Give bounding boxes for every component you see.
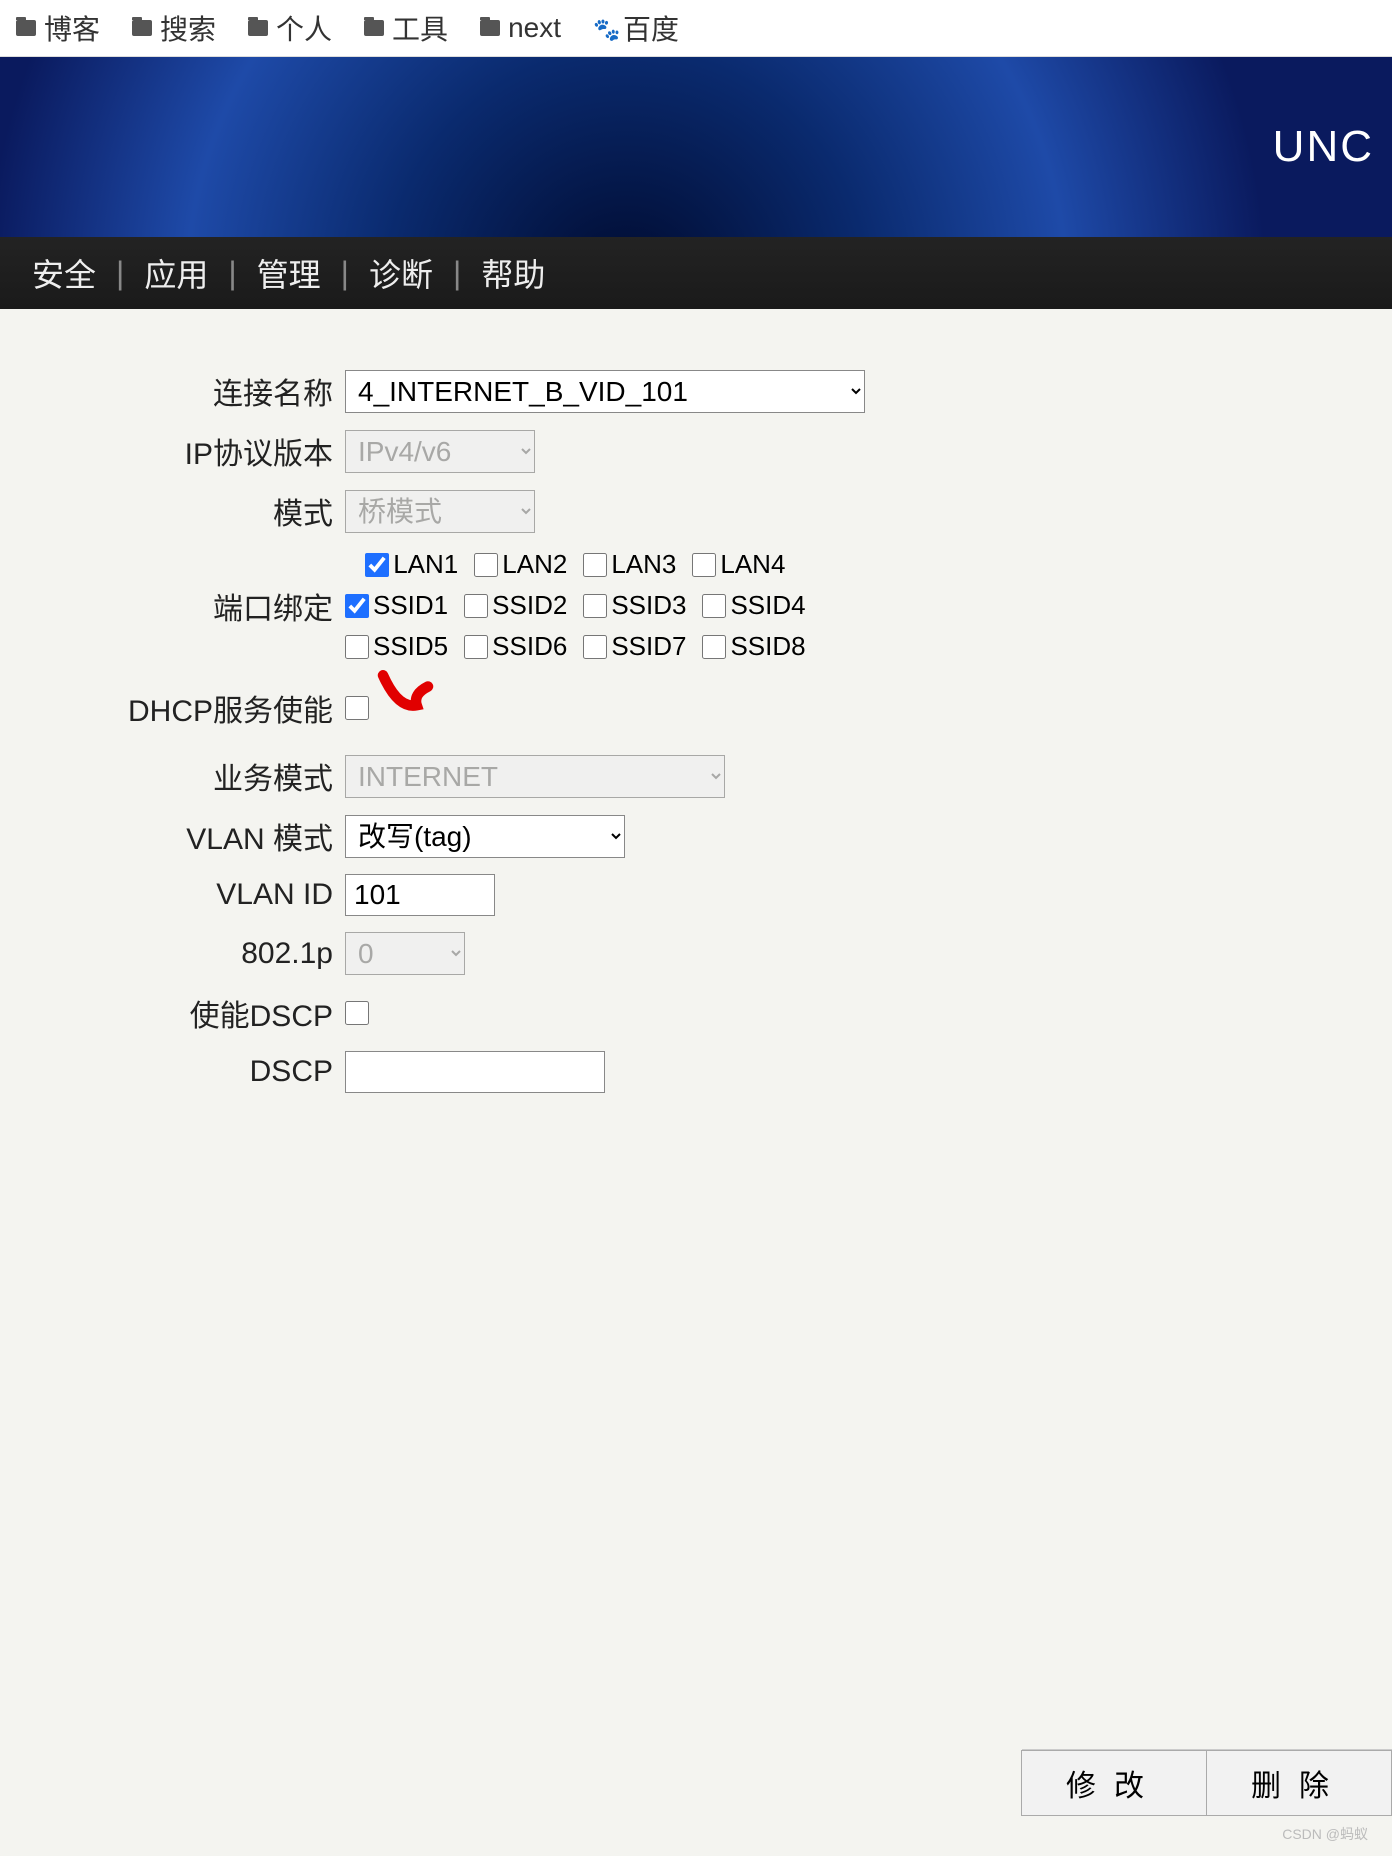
watermark: CSDN @蚂蚁 — [1282, 1824, 1368, 1844]
label-8021p: 802.1p — [0, 937, 345, 971]
checkbox-ssid2[interactable] — [464, 594, 488, 618]
baidu-paw-icon: 🐾 — [593, 17, 615, 39]
label-service-mode: 业务模式 — [0, 754, 345, 798]
nav-management[interactable]: 管理 — [245, 238, 333, 308]
port-ssid7[interactable]: SSID7 — [583, 631, 686, 662]
checkbox-ssid8[interactable] — [702, 635, 726, 659]
bookmark-next[interactable]: next — [480, 12, 561, 44]
main-nav: 安全 | 应用 | 管理 | 诊断 | 帮助 — [0, 237, 1392, 309]
modify-button[interactable]: 修改 — [1021, 1750, 1207, 1816]
enable-dscp-checkbox[interactable] — [345, 1001, 369, 1025]
vlan-id-input[interactable] — [345, 874, 495, 916]
checkbox-lan4[interactable] — [692, 553, 716, 577]
port-ssid4[interactable]: SSID4 — [702, 590, 805, 621]
vlan-mode-select[interactable]: 改写(tag) — [345, 815, 625, 858]
folder-icon — [364, 20, 384, 36]
port-ssid5[interactable]: SSID5 — [345, 631, 448, 662]
checkbox-ssid4[interactable] — [702, 594, 726, 618]
port-lan4[interactable]: LAN4 — [692, 549, 785, 580]
connection-name-select[interactable]: 4_INTERNET_B_VID_101 — [345, 370, 865, 413]
port-ssid6[interactable]: SSID6 — [464, 631, 567, 662]
checkbox-lan2[interactable] — [474, 553, 498, 577]
bookmark-blog[interactable]: 博客 — [16, 8, 100, 48]
port-ssid1[interactable]: SSID1 — [345, 590, 448, 621]
bookmark-label: 博客 — [44, 8, 100, 48]
checkbox-ssid1[interactable] — [345, 594, 369, 618]
bookmarks-bar: 博客 搜索 个人 工具 next 🐾 百度 — [0, 0, 1392, 57]
label-ip-protocol: IP协议版本 — [0, 429, 345, 473]
bookmark-label: 个人 — [276, 8, 332, 48]
8021p-select[interactable]: 0 — [345, 932, 465, 975]
bookmark-label: next — [508, 12, 561, 44]
bookmark-personal[interactable]: 个人 — [248, 8, 332, 48]
label-dhcp: DHCP服务使能 — [0, 686, 345, 730]
port-ssid8[interactable]: SSID8 — [702, 631, 805, 662]
checkbox-lan3[interactable] — [583, 553, 607, 577]
label-dscp: DSCP — [0, 1055, 345, 1089]
label-port-binding: 端口绑定 — [0, 584, 345, 628]
label-mode: 模式 — [0, 489, 345, 533]
folder-icon — [480, 20, 500, 36]
banner: UNC — [0, 57, 1392, 237]
delete-button[interactable]: 删除 — [1206, 1750, 1392, 1816]
nav-separator: | — [333, 255, 357, 292]
bookmark-label: 搜索 — [160, 8, 216, 48]
checkbox-lan1[interactable] — [365, 553, 389, 577]
bookmark-baidu[interactable]: 🐾 百度 — [593, 8, 679, 48]
port-lan3[interactable]: LAN3 — [583, 549, 676, 580]
bookmark-search[interactable]: 搜索 — [132, 8, 216, 48]
nav-application[interactable]: 应用 — [132, 238, 220, 308]
annotation-red-arrow-icon — [373, 664, 453, 724]
checkbox-ssid5[interactable] — [345, 635, 369, 659]
service-mode-select[interactable]: INTERNET — [345, 755, 725, 798]
nav-help[interactable]: 帮助 — [469, 238, 557, 308]
label-enable-dscp: 使能DSCP — [0, 991, 345, 1035]
nav-separator: | — [445, 255, 469, 292]
nav-diagnose[interactable]: 诊断 — [357, 238, 445, 308]
nav-separator: | — [108, 255, 132, 292]
bookmark-label: 百度 — [623, 8, 679, 48]
ip-protocol-select[interactable]: IPv4/v6 — [345, 430, 535, 473]
mode-select[interactable]: 桥模式 — [345, 490, 535, 533]
brand-text: UNC — [1273, 122, 1374, 172]
checkbox-ssid3[interactable] — [583, 594, 607, 618]
folder-icon — [248, 20, 268, 36]
checkbox-ssid6[interactable] — [464, 635, 488, 659]
folder-icon — [132, 20, 152, 36]
port-ssid2[interactable]: SSID2 — [464, 590, 567, 621]
label-vlan-id: VLAN ID — [0, 878, 345, 912]
config-form: 连接名称 4_INTERNET_B_VID_101 IP协议版本 IPv4/v6… — [0, 309, 1392, 1093]
label-connection-name: 连接名称 — [0, 369, 345, 413]
action-bar: 修改 删除 — [1022, 1749, 1392, 1816]
checkbox-ssid7[interactable] — [583, 635, 607, 659]
port-lan2[interactable]: LAN2 — [474, 549, 567, 580]
folder-icon — [16, 20, 36, 36]
port-lan1[interactable]: LAN1 — [365, 549, 458, 580]
dscp-input[interactable] — [345, 1051, 605, 1093]
bookmark-label: 工具 — [392, 8, 448, 48]
dhcp-checkbox[interactable] — [345, 696, 369, 720]
nav-security[interactable]: 安全 — [20, 238, 108, 308]
port-ssid3[interactable]: SSID3 — [583, 590, 686, 621]
nav-separator: | — [220, 255, 244, 292]
bookmark-tools[interactable]: 工具 — [364, 8, 448, 48]
label-vlan-mode: VLAN 模式 — [0, 814, 345, 858]
